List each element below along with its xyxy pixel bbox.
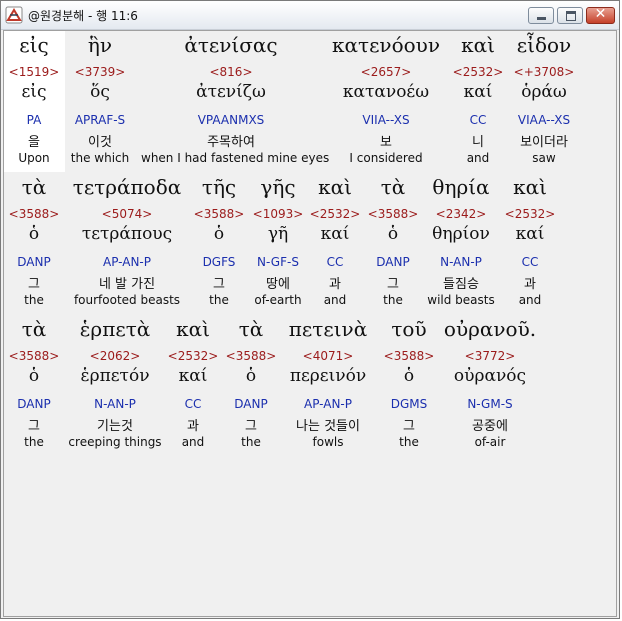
- greek-word: ἀτενίσας: [184, 33, 278, 57]
- word-column[interactable]: οὐρανοῦ. <3772> οὐρανός N-GM-S 공중에 of-air: [400, 317, 580, 457]
- window-title: @원경분해 - 행 11:6: [28, 9, 138, 23]
- parse-code: N-GM-S: [467, 397, 513, 411]
- interlinear-view[interactable]: εἰς <1519> εἰς PA 을 Upon ἣν <3739> ὅς APRAF-S 이것 th…: [3, 30, 617, 617]
- strong-number: <+3708>: [513, 65, 575, 79]
- parse-code: VIAA--XS: [517, 113, 571, 127]
- title-bar[interactable]: @원경분해 - 행 11:6 ✕: [1, 1, 619, 30]
- close-button[interactable]: ✕: [586, 6, 615, 24]
- word-column[interactable]: ἀτενίσας <816> ἀτενίζω VPAANMXS 주목하여 when I h…: [141, 33, 330, 173]
- parse-code: VPAANMXS: [197, 113, 265, 127]
- english-gloss: and: [518, 293, 542, 307]
- korean-gloss: 과: [524, 277, 536, 292]
- word-column[interactable]: καὶ <2532> καί CC 과 and: [440, 175, 616, 315]
- english-gloss: saw: [532, 151, 556, 165]
- close-icon: ✕: [594, 6, 607, 22]
- strong-number: <3772>: [464, 349, 516, 363]
- strong-number: <2532>: [504, 207, 556, 221]
- lemma: καί: [515, 224, 545, 244]
- english-gloss: of-air: [474, 435, 506, 449]
- korean-gloss: 주목하여: [207, 135, 255, 150]
- strong-number: <816>: [209, 65, 253, 79]
- lemma: ἀτενίζω: [196, 82, 266, 102]
- korean-gloss: 공중에: [472, 419, 508, 434]
- word-column[interactable]: εἶδον <+3708> ὁράω VIAA--XS 보이더라 saw: [454, 33, 616, 173]
- greek-word: οὐρανοῦ.: [443, 317, 537, 341]
- lemma: οὐρανός: [453, 366, 527, 386]
- minimize-button[interactable]: [528, 7, 554, 24]
- app-icon: [5, 6, 23, 24]
- greek-word: εἶδον: [516, 33, 572, 57]
- main-window: @원경분해 - 행 11:6 ✕ εἰς <1519> εἰς PA 을 Upon ἣν <3…: [0, 0, 620, 619]
- english-gloss: when I had fastened mine eyes: [141, 151, 330, 165]
- lemma: ὁράω: [521, 82, 567, 102]
- korean-gloss: 보이더라: [520, 135, 568, 150]
- maximize-button[interactable]: [557, 7, 583, 24]
- parse-code: CC: [521, 255, 539, 269]
- greek-word: καὶ: [513, 175, 547, 199]
